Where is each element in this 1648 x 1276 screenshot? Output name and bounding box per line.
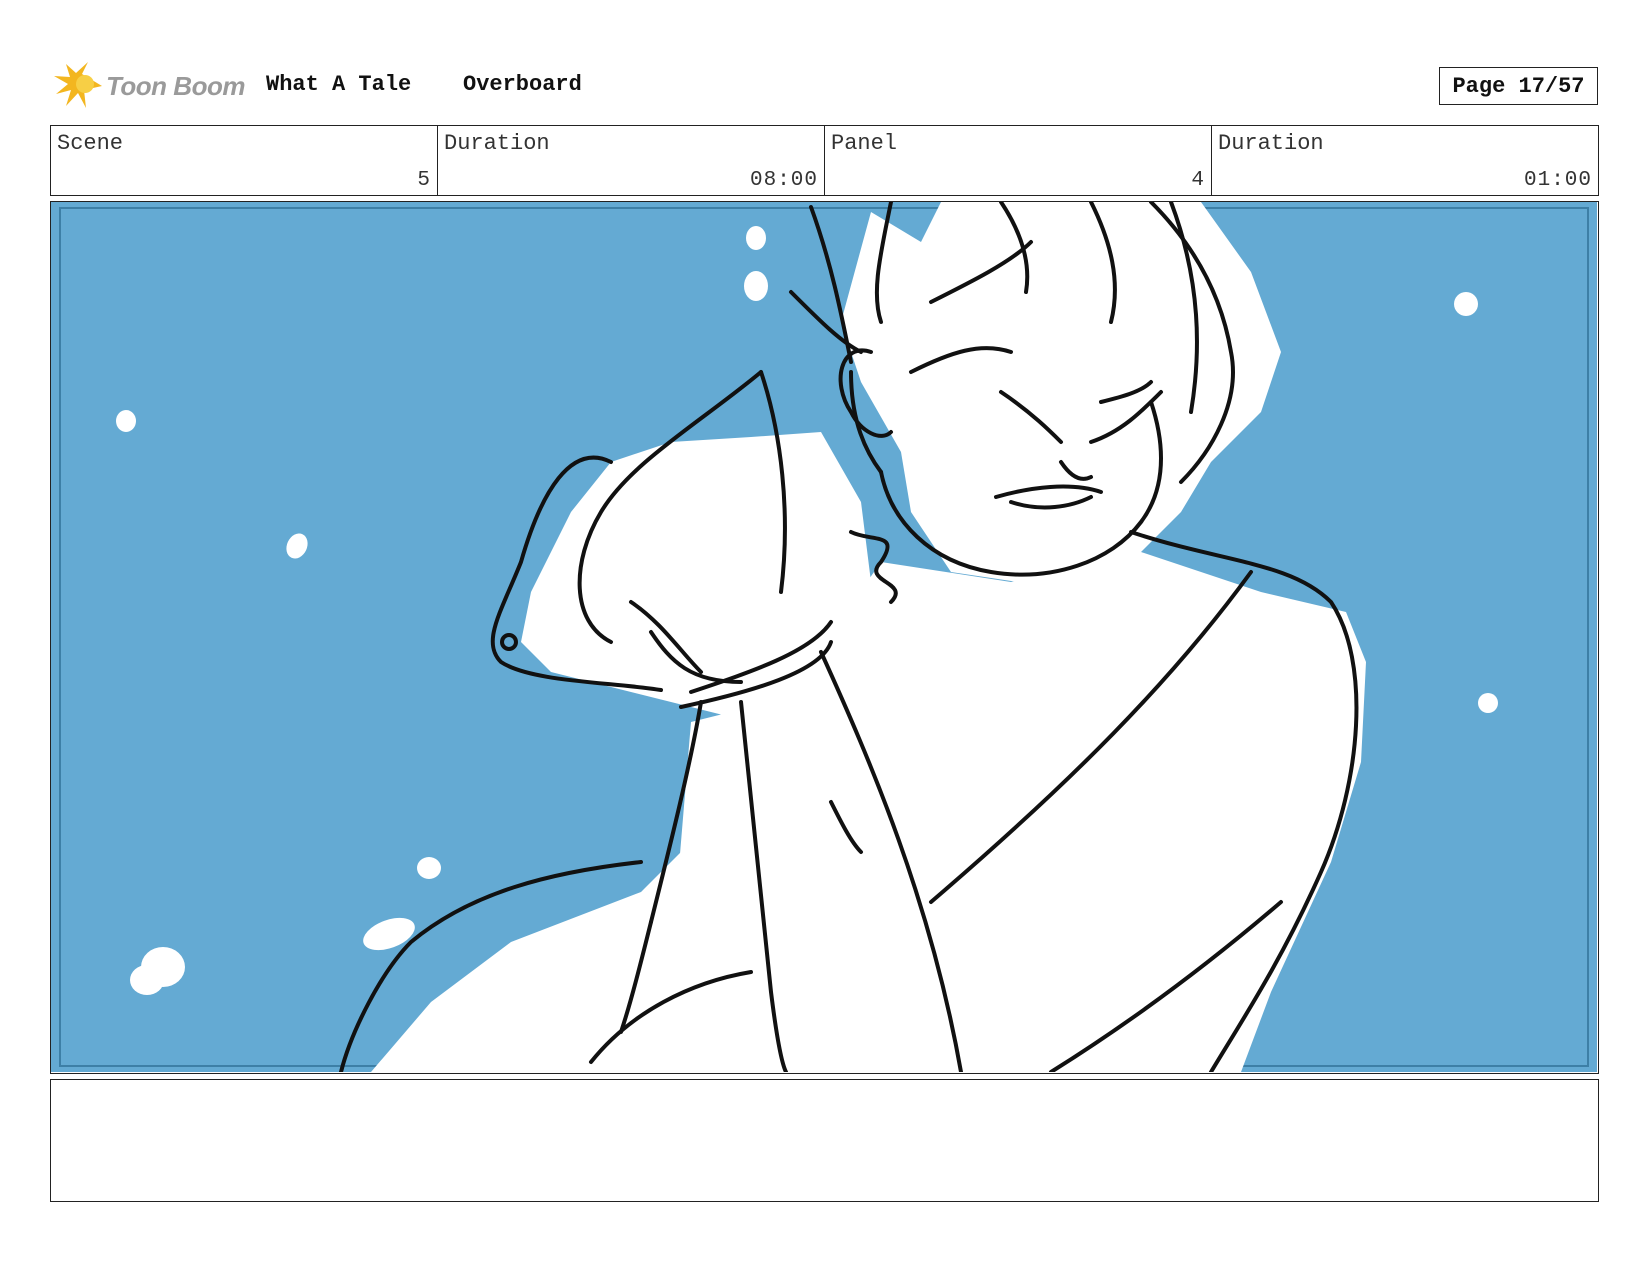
storyboard-panel [50,201,1599,1074]
panel-duration-label: Duration [1218,131,1324,156]
logo-text: Toon Boom [106,70,245,101]
panel-info-row: Scene 5 Duration 08:00 Panel 4 Duration … [50,125,1599,196]
sequence-title: Overboard [463,72,582,97]
page-indicator: Page 17/57 [1439,67,1598,105]
panel-duration-value: 01:00 [1523,169,1592,192]
project-title: What A Tale [266,72,412,97]
scene-duration-value: 08:00 [749,169,818,192]
panel-duration-cell: Duration 01:00 [1212,126,1598,195]
panel-drawing [51,202,1597,1072]
scene-duration-cell: Duration 08:00 [438,126,825,195]
scene-value: 5 [417,169,431,192]
scene-duration-label: Duration [444,131,550,156]
panel-value: 4 [1191,169,1205,192]
toon-boom-logo: Toon Boom [52,58,245,114]
panel-cell: Panel 4 [825,126,1212,195]
panel-label: Panel [831,131,898,156]
scene-cell: Scene 5 [51,126,438,195]
starburst-logo-icon [54,62,102,108]
panel-notes-box[interactable] [50,1079,1599,1202]
scene-label: Scene [57,131,124,156]
